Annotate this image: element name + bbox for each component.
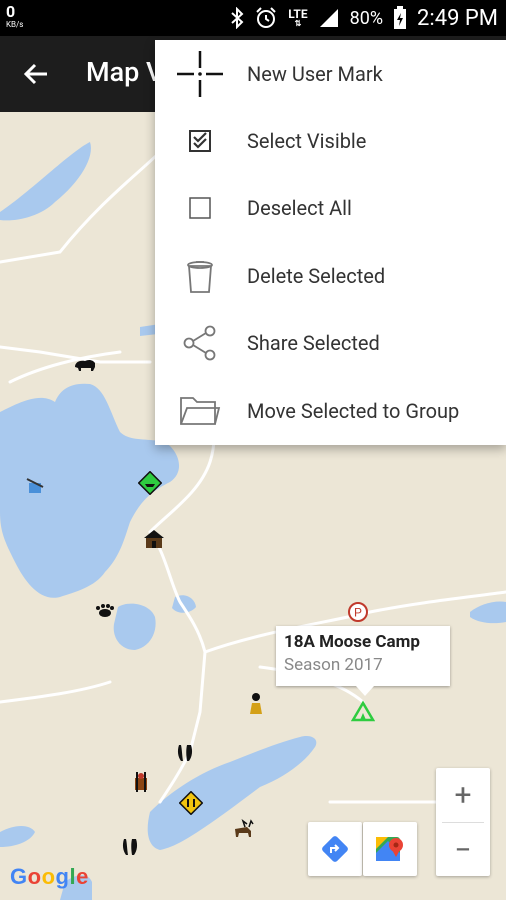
page-title: Map V: [86, 56, 164, 88]
signal-icon: [318, 7, 340, 29]
cabin-icon[interactable]: [141, 526, 167, 552]
clock: 2:49 PM: [417, 5, 498, 31]
menu-item-label: Move Selected to Group: [247, 398, 460, 423]
menu-item-move-selected-to-group[interactable]: Move Selected to Group: [155, 377, 506, 444]
crosshair-icon: [177, 50, 223, 97]
alarm-icon: [254, 6, 278, 30]
menu-item-select-visible[interactable]: Select Visible: [155, 107, 506, 174]
menu-item-label: Select Visible: [247, 128, 367, 153]
menu-item-label: Delete Selected: [247, 263, 386, 288]
fishing-icon[interactable]: [22, 472, 48, 498]
parking-icon[interactable]: P: [345, 599, 371, 625]
hunter-icon[interactable]: [243, 690, 269, 716]
zoom-out-button[interactable]: −: [436, 823, 490, 877]
directions-icon: [322, 836, 348, 862]
zoom-in-button[interactable]: +: [436, 768, 490, 822]
menu-item-deselect-all[interactable]: Deselect All: [155, 174, 506, 241]
directions-button[interactable]: [308, 822, 362, 876]
menu-item-share-selected[interactable]: Share Selected: [155, 309, 506, 376]
hoof-prints-icon[interactable]: [172, 740, 198, 766]
folder-icon: [177, 388, 223, 434]
checked-checkbox-icon: [177, 118, 223, 164]
menu-item-label: New User Mark: [247, 61, 383, 86]
moose-icon[interactable]: [230, 816, 256, 842]
menu-item-delete-selected[interactable]: Delete Selected: [155, 242, 506, 309]
google-logo: Google: [10, 864, 89, 889]
battery-percent: 80%: [349, 7, 384, 29]
bear-icon[interactable]: [72, 352, 98, 378]
menu-item-label: Deselect All: [247, 195, 352, 220]
campsite-icon[interactable]: [350, 698, 376, 724]
tracks-icon[interactable]: [92, 598, 118, 624]
trash-icon: [177, 253, 223, 299]
bluetooth-icon: [230, 7, 244, 29]
marker-title: 18A Moose Camp: [284, 632, 420, 652]
crossing-icon[interactable]: [178, 790, 204, 816]
svg-text:P: P: [354, 606, 362, 620]
lte-icon: LTE ⇅: [288, 7, 308, 28]
battery-charging-icon: [393, 6, 407, 30]
data-rate-unit: KB/s: [6, 20, 24, 29]
menu-item-new-user-mark[interactable]: New User Mark: [155, 40, 506, 107]
hoof-prints-icon-2[interactable]: [117, 834, 143, 860]
data-rate-indicator: 0 KB/s: [6, 4, 23, 29]
status-bar: 0 KB/s LTE ⇅ 80% 2:49 PM: [0, 0, 506, 36]
data-rate-value: 0: [6, 2, 16, 21]
google-maps-icon: [376, 837, 403, 861]
back-arrow-icon: [23, 63, 47, 85]
share-icon: [177, 320, 223, 366]
marker-info-window[interactable]: 18A Moose Camp Season 2017: [276, 626, 450, 696]
menu-item-label: Share Selected: [247, 330, 380, 355]
overflow-menu: New User Mark Select Visible Deselect Al…: [155, 40, 506, 445]
back-button[interactable]: [18, 56, 54, 92]
marker-subtitle: Season 2017: [284, 655, 383, 675]
open-in-maps-button[interactable]: [363, 822, 417, 876]
zoom-controls: + −: [436, 768, 490, 876]
tree-stand-icon[interactable]: [128, 768, 154, 794]
empty-checkbox-icon: [177, 185, 223, 231]
boat-launch-icon[interactable]: [137, 470, 163, 496]
